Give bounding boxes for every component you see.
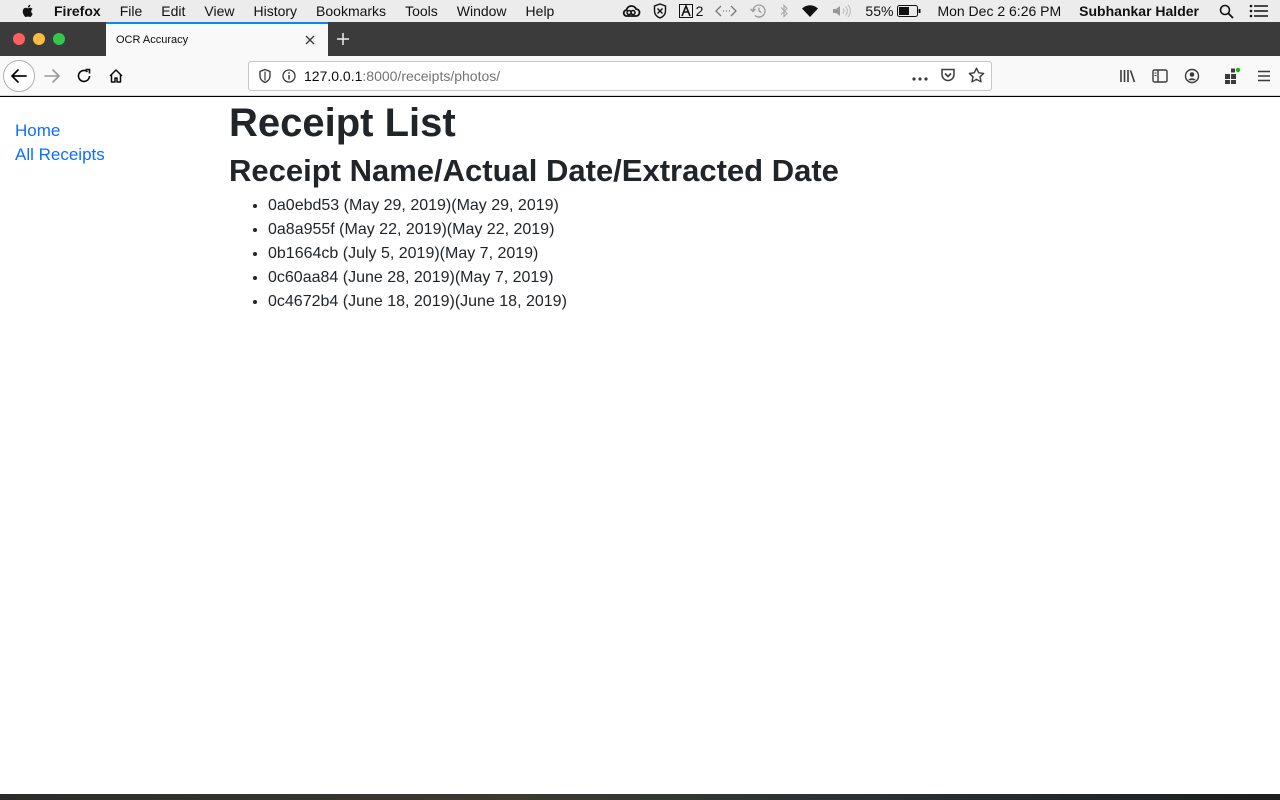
adobe-icon[interactable]: 2 (678, 3, 704, 19)
home-button[interactable] (102, 62, 130, 90)
pocket-icon[interactable] (940, 67, 956, 86)
tab-title: OCR Accuracy (116, 34, 189, 46)
menu-edit[interactable]: Edit (161, 3, 185, 19)
new-tab-button[interactable] (328, 22, 358, 56)
adobe-count: 2 (695, 3, 704, 19)
menu-window[interactable]: Window (457, 3, 507, 19)
url-host: 127.0.0.1 (304, 68, 363, 84)
shield-x-icon[interactable] (653, 3, 667, 19)
receipt-item: 0a8a955f (May 22, 2019)(May 22, 2019) (268, 218, 839, 242)
close-tab-icon[interactable] (302, 32, 318, 48)
menu-bookmarks[interactable]: Bookmarks (316, 3, 386, 19)
wifi-icon[interactable] (801, 4, 819, 18)
forward-icon (44, 68, 60, 83)
page-title: Receipt List (229, 101, 456, 145)
battery-icon[interactable] (897, 5, 921, 17)
tracking-protection-icon[interactable] (258, 68, 272, 84)
window-controls (0, 22, 106, 56)
close-window-button[interactable] (13, 33, 25, 45)
plus-icon (337, 33, 349, 45)
volume-icon[interactable] (831, 4, 853, 18)
all-receipts-link[interactable]: All Receipts (15, 143, 105, 167)
url-path: :8000/receipts/photos/ (362, 68, 501, 84)
code-icon[interactable] (715, 4, 738, 18)
hamburger-menu-icon[interactable] (1248, 60, 1280, 92)
navigation-toolbar: 127.0.0.1:8000/receipts/photos/ (0, 56, 1280, 96)
reload-button[interactable] (70, 62, 98, 90)
sidebar-nav: Home All Receipts (15, 119, 105, 167)
menu-app-name[interactable]: Firefox (54, 3, 101, 19)
main-section: Receipt List Receipt Name/Actual Date/Ex… (229, 97, 839, 314)
list-heading: Receipt Name/Actual Date/Extracted Date (229, 153, 839, 188)
menu-bar-clock[interactable]: Mon Dec 2 6:26 PM (937, 3, 1061, 19)
bookmark-star-icon[interactable] (968, 67, 985, 86)
site-info-icon[interactable] (282, 69, 296, 83)
page-content: Home All Receipts Receipt List Receipt N… (0, 97, 1280, 794)
toolbar-right (1112, 56, 1280, 96)
menu-bar-status-area: 2 55% Mon Dec 2 6:26 PM Subhankar Halder (621, 0, 1280, 22)
receipt-list: 0a0ebd53 (May 29, 2019)(May 29, 2019) 0a… (229, 194, 839, 314)
tab-strip: OCR Accuracy (0, 22, 1280, 56)
receipt-item: 0a0ebd53 (May 29, 2019)(May 29, 2019) (268, 194, 839, 218)
address-bar[interactable]: 127.0.0.1:8000/receipts/photos/ (248, 61, 992, 91)
back-icon (11, 68, 27, 83)
home-icon (109, 68, 123, 83)
desktop-background-strip (0, 794, 1280, 800)
battery-percent: 55% (865, 3, 894, 19)
page-actions-icon[interactable] (912, 68, 928, 84)
receipt-item: 0c60aa84 (June 28, 2019)(May 7, 2019) (268, 266, 839, 290)
tab-ocr-accuracy[interactable]: OCR Accuracy (106, 22, 328, 56)
minimize-window-button[interactable] (33, 33, 45, 45)
url-text[interactable]: 127.0.0.1:8000/receipts/photos/ (304, 68, 500, 84)
time-machine-icon[interactable] (749, 3, 767, 19)
back-button[interactable] (3, 59, 35, 92)
home-link[interactable]: Home (15, 119, 105, 143)
sidebar-icon[interactable] (1144, 60, 1176, 92)
macos-menu-bar: Firefox File Edit View History Bookmarks… (0, 0, 1280, 22)
creative-cloud-icon[interactable] (621, 4, 641, 18)
url-actions (912, 67, 985, 86)
menu-history[interactable]: History (253, 3, 297, 19)
library-icon[interactable] (1112, 60, 1144, 92)
spotlight-icon[interactable] (1219, 4, 1234, 19)
account-icon[interactable] (1176, 60, 1208, 92)
receipt-item: 0b1664cb (July 5, 2019)(May 7, 2019) (268, 242, 839, 266)
receipt-item: 0c4672b4 (June 18, 2019)(June 18, 2019) (268, 290, 839, 314)
menu-bar-user[interactable]: Subhankar Halder (1079, 3, 1199, 19)
bluetooth-icon[interactable] (779, 3, 789, 19)
notification-center-icon[interactable] (1249, 4, 1269, 18)
forward-button[interactable] (38, 62, 66, 90)
extensions-icon[interactable] (1216, 60, 1248, 92)
menu-help[interactable]: Help (526, 3, 555, 19)
zoom-window-button[interactable] (53, 33, 65, 45)
menu-file[interactable]: File (120, 3, 143, 19)
reload-icon (77, 68, 91, 82)
menu-view[interactable]: View (204, 3, 234, 19)
menu-tools[interactable]: Tools (405, 3, 438, 19)
apple-icon[interactable] (20, 3, 36, 19)
